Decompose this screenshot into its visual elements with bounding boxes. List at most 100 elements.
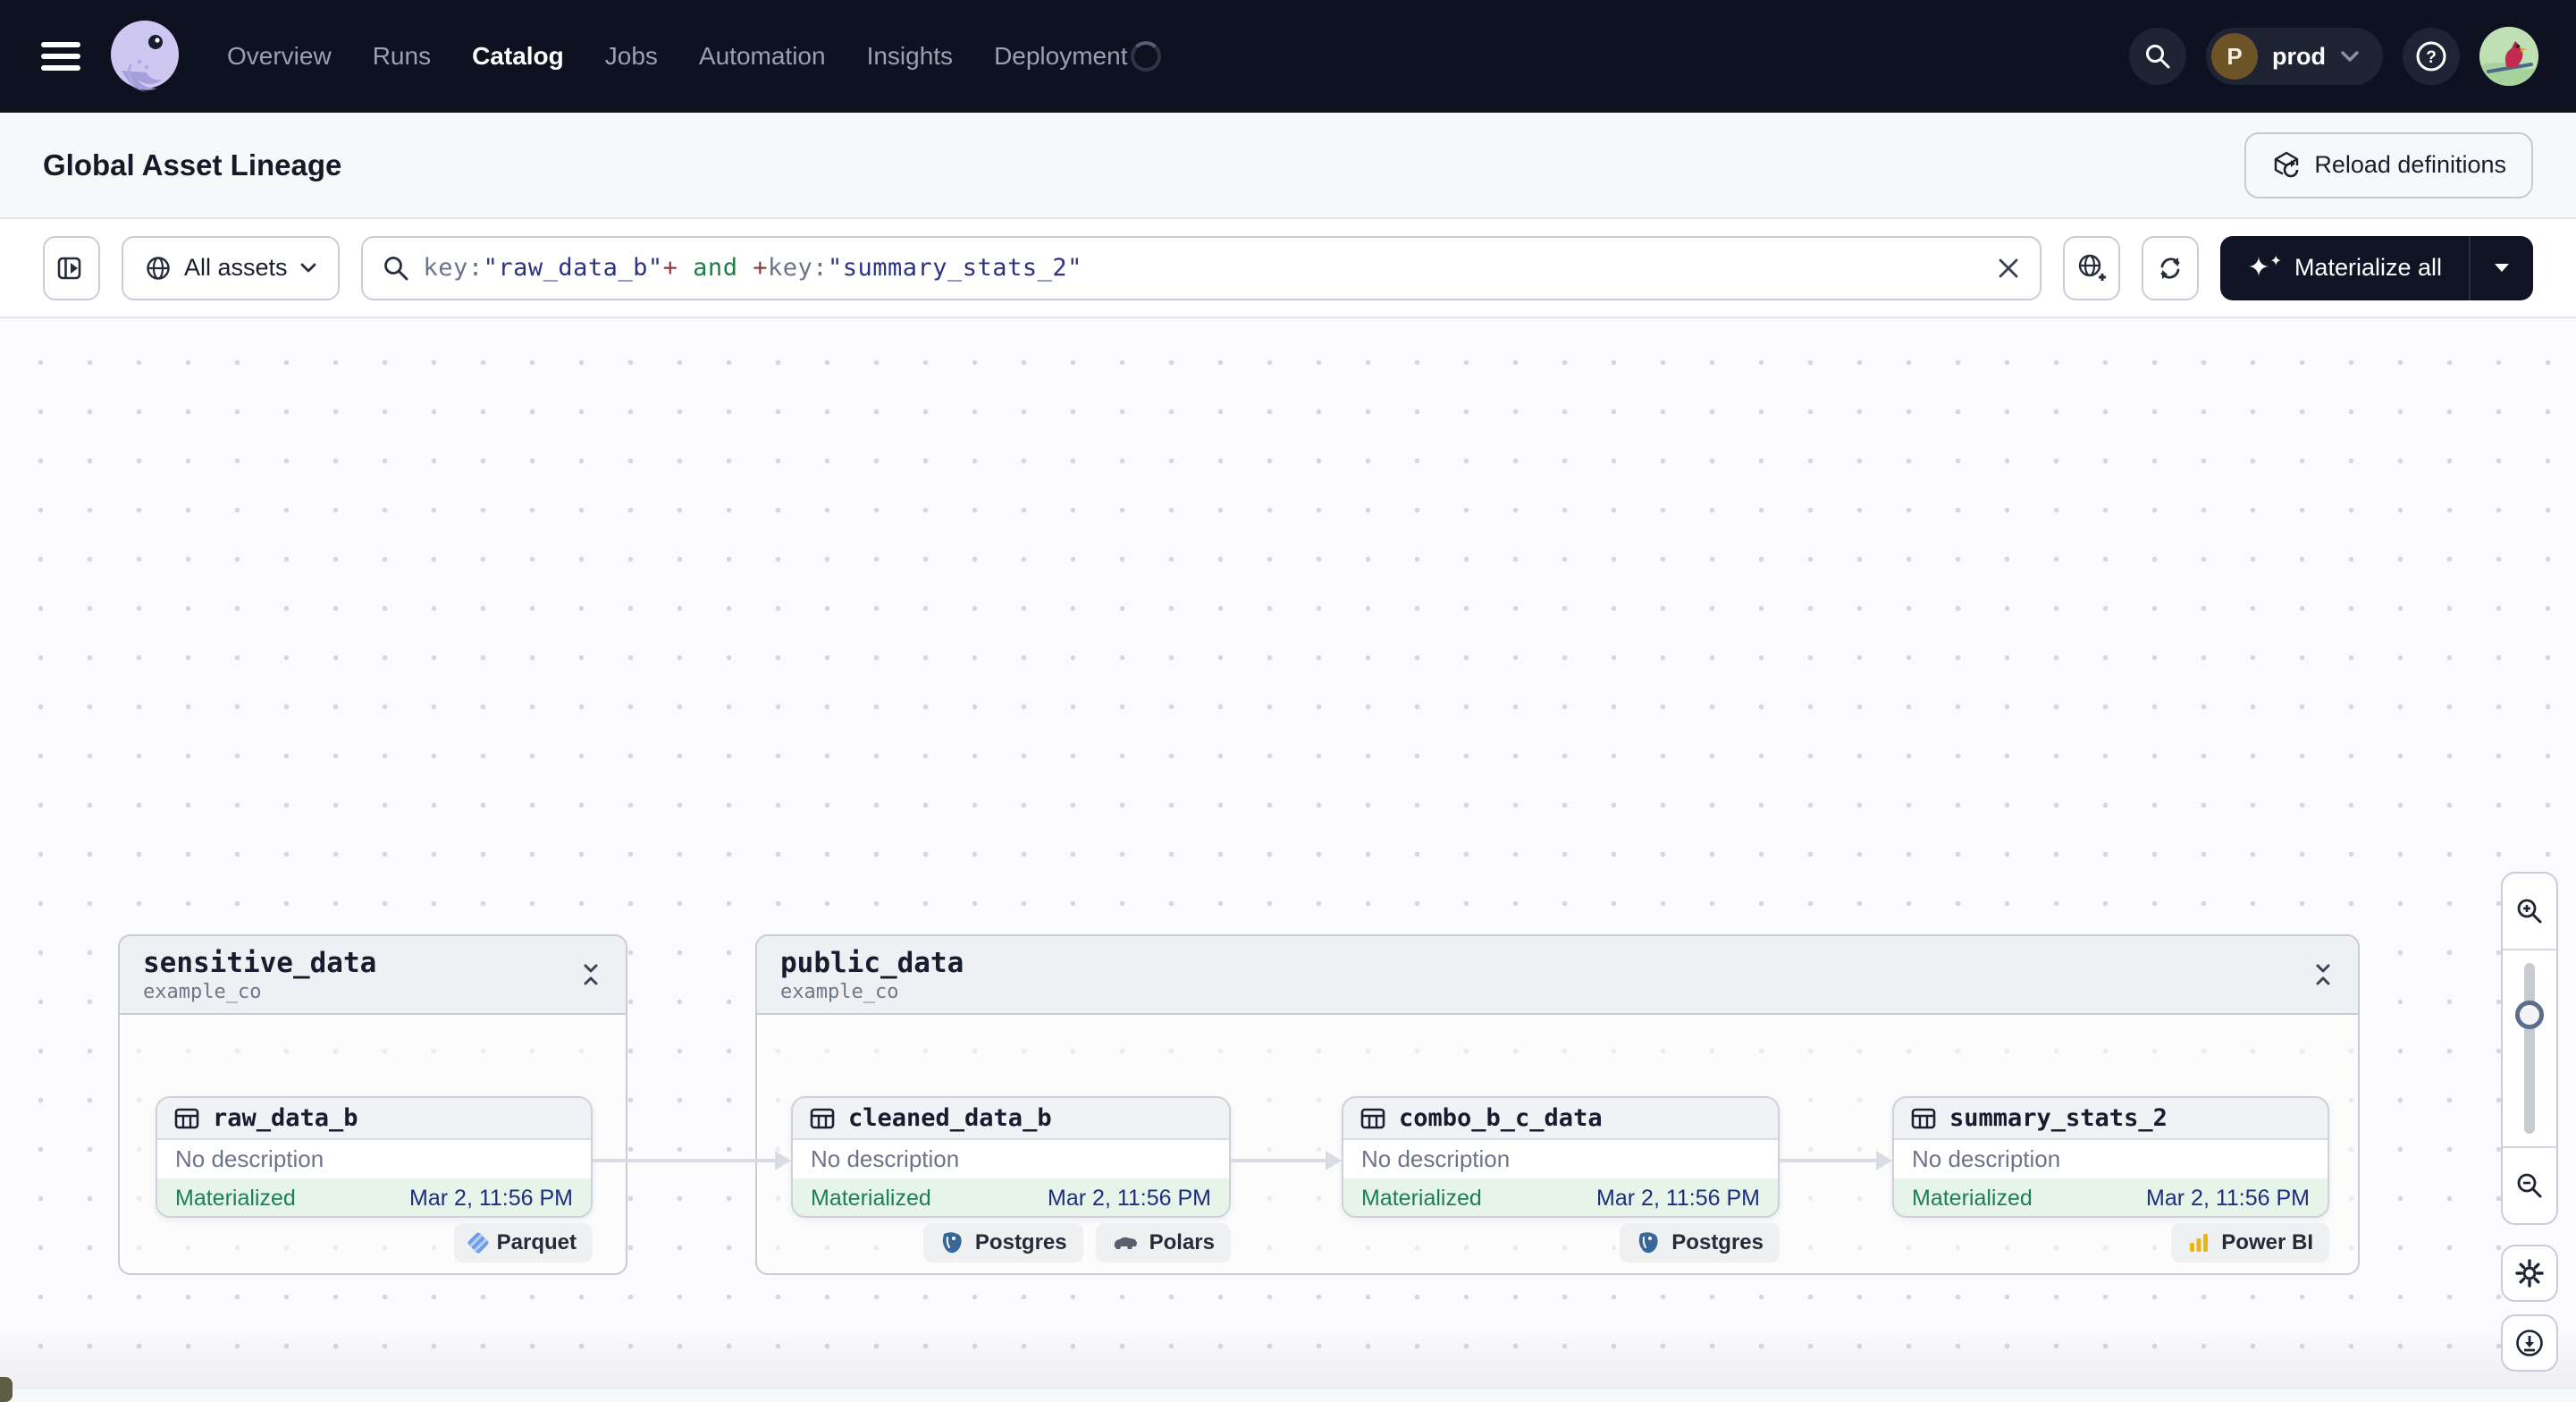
polars-icon [1114,1237,1137,1249]
nav-item-runs[interactable]: Runs [373,42,431,71]
deployment-name: prod [2272,42,2326,70]
search-token: and [678,254,753,282]
tag-postgres[interactable]: Postgres [1620,1223,1780,1263]
asset-status-row: Materialized Mar 2, 11:56 PM [1343,1178,1778,1216]
status-badge: Materialized [1912,1185,2033,1211]
tag-power-bi[interactable]: Power BI [2171,1223,2329,1263]
help-button[interactable]: ? [2403,28,2460,85]
gear-icon [2515,1259,2544,1288]
group-name: public_data [780,946,964,979]
asset-filter-label: All assets [184,254,288,281]
materialization-timestamp: Mar 2, 11:56 PM [409,1185,573,1211]
graph-settings-button[interactable] [2501,1245,2558,1302]
download-image-button[interactable] [2501,1314,2558,1372]
asset-search-input[interactable]: key:"raw_data_b"+ and +key:"summary_stat… [360,235,2042,300]
bottom-left-corner-artifact [0,1377,13,1402]
hamburger-menu-icon[interactable] [41,42,80,71]
collapse-group-button[interactable] [2311,960,2335,989]
nav-item-automation[interactable]: Automation [699,42,826,71]
group-titles: sensitive_data example_co [143,947,376,1003]
search-token: "raw_data_b" [483,254,663,282]
user-avatar[interactable] [2479,27,2538,86]
nav-item-deployment[interactable]: Deployment [994,42,1127,71]
asset-node-combo_b_c_data[interactable]: combo_b_c_data No description Materialized… [1342,1096,1780,1218]
view-scope-button[interactable] [2063,235,2121,300]
reload-definitions-button[interactable]: Reload definitions [2244,131,2533,198]
nav-item-overview[interactable]: Overview [227,42,332,71]
table-icon [1360,1108,1385,1128]
zoom-slider-track[interactable] [2524,963,2535,1134]
asset-node-cleaned_data_b[interactable]: cleaned_data_b No description Materialized… [791,1096,1231,1218]
refresh-graph-button[interactable] [2142,235,2200,300]
lineage-edge-cleaned_data_b-to-combo_b_c_data [1231,1151,1342,1170]
asset-status-row: Materialized Mar 2, 11:56 PM [793,1178,1229,1216]
reload-cube-icon [2275,151,2299,177]
postgres-icon [942,1232,962,1254]
download-icon [2516,1330,2543,1356]
lineage-toolbar: All assets key:"raw_data_b"+ and +key:"s… [0,219,2576,318]
canvas-bottom-shade [0,1327,2576,1389]
clear-search-icon[interactable] [1997,257,2020,280]
zoom-out-icon [2517,1173,2542,1198]
collapse-group-icon[interactable] [579,960,602,989]
tag-parquet[interactable]: Parquet [453,1223,593,1263]
materialization-timestamp: Mar 2, 11:56 PM [2146,1185,2310,1211]
materialize-options-button[interactable] [2469,235,2533,300]
power-bi-icon [2190,1234,2209,1252]
lineage-edge-raw_data_b-to-cleaned_data_b [593,1151,791,1170]
lineage-graph-canvas[interactable]: sensitive_data example_co raw_data_b No des… [0,318,2576,1402]
table-icon [1911,1108,1936,1128]
page-title: Global Asset Lineage [43,148,342,182]
open-left-panel-button[interactable] [43,235,100,300]
loading-spinner-icon [1131,41,1162,72]
dagster-logo-icon[interactable] [104,15,186,97]
sparkles-icon: ✦✦ [2247,252,2282,283]
panel-toggle-icon [57,257,81,279]
zoom-slider[interactable] [2503,950,2556,1146]
group-name: sensitive_data [143,946,377,979]
asset-description: No description [1361,1145,1511,1172]
zoom-out-button[interactable] [2503,1146,2556,1223]
asset-node-raw_data_b[interactable]: raw_data_b No description Materialized Mar … [156,1096,593,1218]
tag-postgres[interactable]: Postgres [922,1223,1083,1263]
tag-polars[interactable]: Polars [1095,1223,1231,1263]
parquet-icon [466,1231,490,1254]
asset-description: No description [1912,1145,2061,1172]
zoom-controls [2501,872,2558,1225]
group-repo-name: example_co [143,980,262,1003]
chevron-down-icon [2341,51,2359,62]
postgres-icon [1639,1232,1658,1254]
reload-definitions-label: Reload definitions [2314,151,2506,178]
asset-node-header: raw_data_b [157,1098,591,1140]
main-nav: Overview Runs Catalog Jobs Automation Insight… [227,42,1127,71]
status-badge: Materialized [175,1185,296,1211]
nav-item-jobs[interactable]: Jobs [605,42,658,71]
collapse-group-icon[interactable] [2311,960,2335,989]
asset-tag-row: Power BI [1892,1223,2329,1263]
search-token: + [662,254,678,282]
materialize-all-label: Materialize all [2294,254,2442,281]
nav-item-insights[interactable]: Insights [867,42,954,71]
nav-item-catalog[interactable]: Catalog [472,42,564,71]
question-mark-icon: ? [2416,41,2446,72]
asset-tag-row: Parquet [156,1223,593,1263]
search-query-text[interactable]: key:"raw_data_b"+ and +key:"summary_stat… [424,254,1983,282]
group-titles: public_data example_co [780,947,964,1003]
asset-name: summary_stats_2 [1949,1104,2168,1132]
status-badge: Materialized [811,1185,931,1211]
zoom-in-button[interactable] [2503,874,2556,950]
asset-filter-dropdown[interactable]: All assets [122,235,340,300]
zoom-slider-thumb[interactable] [2515,1001,2544,1029]
deployment-initial-badge: P [2211,33,2258,80]
refresh-icon [2160,257,2180,279]
globe-plus-icon [2079,254,2107,281]
deployment-switcher[interactable]: P prod [2206,28,2383,85]
table-icon [810,1108,835,1128]
materialize-all-button[interactable]: ✦✦ Materialize all [2220,236,2469,300]
asset-node-summary_stats_2[interactable]: summary_stats_2 No description Materialize… [1892,1096,2329,1218]
global-search-button[interactable] [2129,28,2186,85]
materialize-all-split-button: ✦✦ Materialize all [2220,235,2533,300]
lineage-edge-combo_b_c_data-to-summary_stats_2 [1780,1151,1892,1170]
group-repo-name: example_co [780,980,899,1003]
collapse-group-button[interactable] [579,960,602,989]
